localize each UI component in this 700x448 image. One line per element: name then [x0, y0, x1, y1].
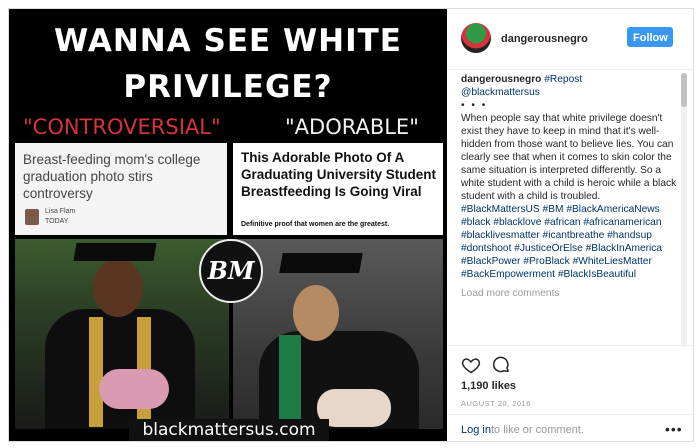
- post-date: AUGUST 20, 2016: [461, 399, 531, 408]
- hashtag[interactable]: #blacklivesmatter: [461, 230, 540, 241]
- header-username[interactable]: dangerousnegro: [501, 33, 588, 45]
- hashtag[interactable]: #ProBlack: [523, 256, 569, 267]
- hashtag[interactable]: #blacklove: [493, 217, 541, 228]
- login-link[interactable]: Log in: [461, 424, 491, 436]
- stole-shape: [89, 317, 103, 427]
- follow-button[interactable]: Follow: [627, 27, 673, 47]
- post-card: WANNA SEE WHITE PRIVILEGE? "CONTROVERSIA…: [8, 8, 694, 442]
- caption-username[interactable]: dangerousnegro: [461, 74, 541, 85]
- image-headline-line2: PRIVILEGE?: [123, 69, 333, 105]
- hashtag[interactable]: #icantbreathe: [543, 230, 605, 241]
- caption-area: dangerousnegro #Repost @blackmattersus •…: [461, 73, 679, 355]
- comment-icon[interactable]: [491, 355, 511, 375]
- hashtag[interactable]: #BlackIsBeautiful: [558, 269, 636, 280]
- login-row: Log in to like or comment. •••: [447, 414, 693, 443]
- more-options-icon[interactable]: •••: [665, 421, 683, 437]
- hashtag[interactable]: #dontshoot: [461, 243, 511, 254]
- hashtag[interactable]: #BlackInAmerica: [586, 243, 662, 254]
- head-shape: [93, 259, 143, 317]
- news-left-author: Lisa Flam: [45, 208, 76, 215]
- hashtag-list: #BlackMattersUS #BM #BlackAmericaNews #b…: [461, 203, 679, 281]
- news-right-subtitle: Definitive proof that women are the grea…: [241, 221, 390, 228]
- news-left-source: TODAY: [45, 218, 69, 225]
- news-card-left: Breast-feeding mom's college graduation …: [15, 143, 227, 235]
- scrollbar-thumb[interactable]: [681, 73, 687, 107]
- hashtag[interactable]: #BackEmpowerment: [461, 269, 555, 280]
- news-left-title: Breast-feeding mom's college graduation …: [23, 152, 201, 201]
- image-watermark: blackmattersus.com: [129, 419, 329, 441]
- stole-shape: [279, 335, 301, 425]
- hashtag[interactable]: #BlackMattersUS: [461, 204, 540, 215]
- head-shape: [293, 285, 339, 341]
- hashtag[interactable]: #BM: [543, 204, 564, 215]
- hashtag[interactable]: #BlackAmericaNews: [566, 204, 659, 215]
- hashtag[interactable]: #BlackPower: [461, 256, 520, 267]
- caption-dots: • • •: [461, 100, 488, 111]
- author-avatar: [25, 209, 39, 225]
- post-sidebar: dangerousnegro Follow dangerousnegro #Re…: [447, 9, 693, 441]
- label-controversial: "CONTROVERSIAL": [23, 115, 221, 139]
- image-headline-line1: WANNA SEE WHITE: [54, 23, 402, 59]
- avatar[interactable]: [461, 23, 491, 53]
- login-prompt-text: to like or comment.: [491, 424, 584, 436]
- load-more-comments[interactable]: Load more comments: [461, 287, 679, 300]
- label-adorable: "ADORABLE": [285, 115, 419, 139]
- news-card-right: This Adorable Photo Of A Graduating Univ…: [233, 143, 443, 235]
- post-header: dangerousnegro Follow: [447, 9, 693, 70]
- likes-count[interactable]: 1,190 likes: [461, 380, 516, 392]
- scrollbar-track[interactable]: [681, 73, 687, 347]
- baby-shape: [99, 369, 169, 409]
- graduation-cap-shape: [279, 253, 363, 273]
- bm-logo: BM: [199, 239, 263, 303]
- graduation-cap-shape: [73, 243, 157, 261]
- graduate-photo-right: [233, 239, 443, 429]
- repost-hashtag[interactable]: #Repost: [544, 74, 582, 85]
- hashtag[interactable]: #african: [544, 217, 580, 228]
- hashtag[interactable]: #WhiteLiesMatter: [573, 256, 652, 267]
- hashtag[interactable]: #handsup: [607, 230, 652, 241]
- hashtag[interactable]: #africanamerican: [583, 217, 661, 228]
- caption-scrollbar[interactable]: [681, 73, 687, 347]
- post-image[interactable]: WANNA SEE WHITE PRIVILEGE? "CONTROVERSIA…: [9, 9, 447, 441]
- post-actions: 1,190 likes AUGUST 20, 2016 Log in to li…: [447, 345, 693, 442]
- hashtag[interactable]: #black: [461, 217, 490, 228]
- caption-text: When people say that white privilege doe…: [461, 113, 677, 202]
- news-right-title: This Adorable Photo Of A Graduating Univ…: [241, 150, 437, 199]
- mention-link[interactable]: @blackmattersus: [461, 87, 540, 98]
- heart-icon[interactable]: [461, 355, 481, 375]
- graduate-photo-left: [15, 239, 229, 429]
- hashtag[interactable]: #JusticeOrElse: [514, 243, 583, 254]
